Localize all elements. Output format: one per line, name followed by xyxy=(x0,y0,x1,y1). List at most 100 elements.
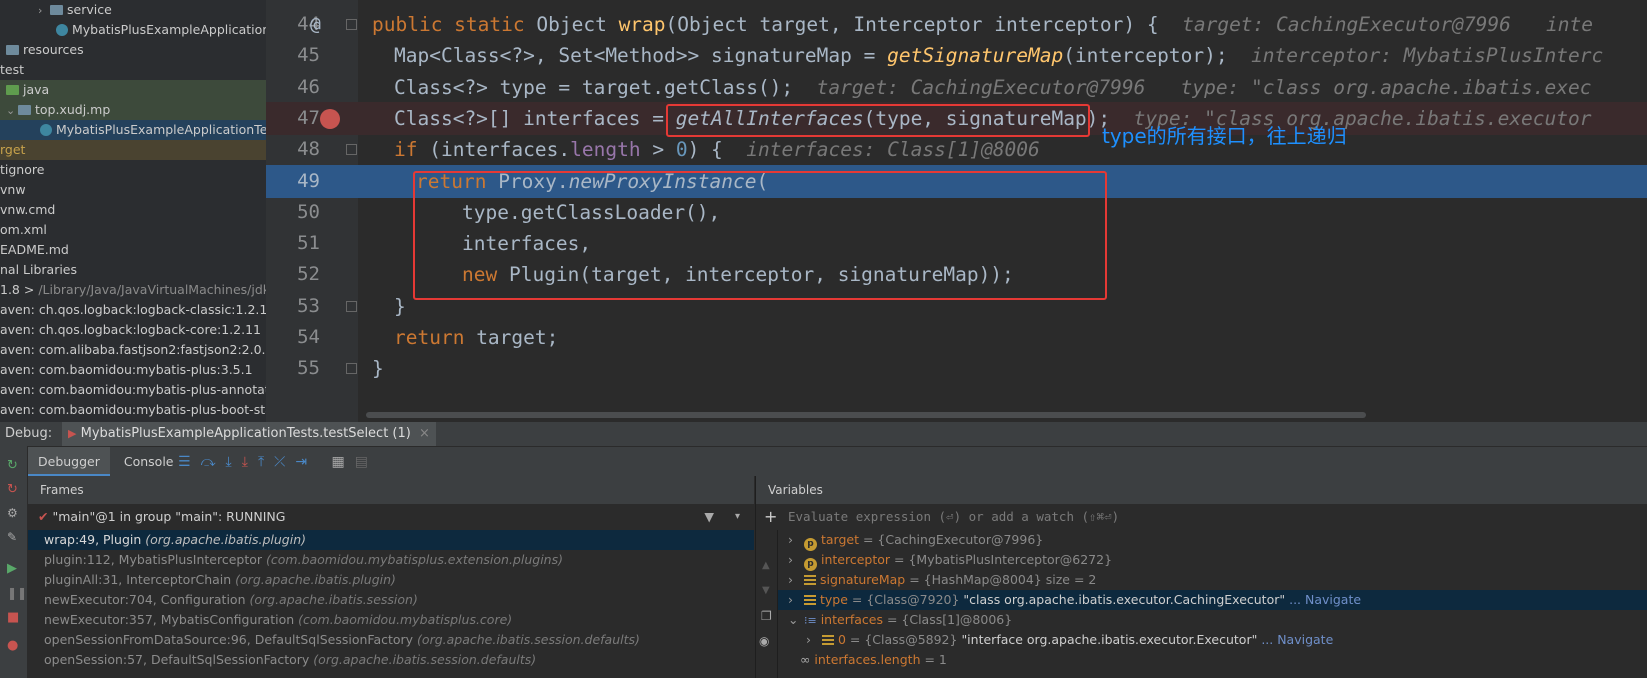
tree-item-label: aven: com.baomidou:mybatis-plus-boot-sta xyxy=(0,402,266,417)
chevron-icon[interactable]: ⌄ xyxy=(6,101,18,121)
filter-icon[interactable]: ▼ xyxy=(704,504,714,530)
tree-item[interactable]: ⌄ top.xudj.mp xyxy=(0,100,266,120)
frame-row[interactable]: wrap:49, Plugin (org.apache.ibatis.plugi… xyxy=(28,530,754,550)
trace-icon[interactable]: ▤ xyxy=(355,454,378,470)
fold-icon[interactable] xyxy=(346,19,357,30)
evaluate-input[interactable]: Evaluate expression (⏎) or add a watch (… xyxy=(788,504,1119,530)
tree-item[interactable]: aven: com.alibaba.fastjson2:fastjson2:2.… xyxy=(0,340,266,360)
code-token: > xyxy=(640,138,676,162)
chevron-icon[interactable]: › xyxy=(38,1,50,21)
fold-icon[interactable] xyxy=(346,363,357,375)
tree-item[interactable]: aven: com.baomidou:mybatis-plus-annotati… xyxy=(0,380,266,400)
code-line[interactable]: 48 if (interfaces.length > 0) { interface… xyxy=(266,133,1647,166)
expand-chevron-icon[interactable]: › xyxy=(788,550,804,570)
code-text: Map<Class<?>, Set<Method>> signatureMap … xyxy=(394,39,1603,72)
code-line[interactable]: 45 Map<Class<?>, Set<Method>> signatureMa… xyxy=(266,39,1647,72)
tree-item[interactable]: MybatisPlusExampleApplicationTes xyxy=(0,120,266,140)
code-line[interactable]: 46 Class<?> type = target.getClass(); tar… xyxy=(266,71,1647,104)
drop-frame-icon[interactable]: ⤫ xyxy=(274,454,295,470)
tab-debugger[interactable]: Debugger xyxy=(28,447,110,477)
fold-icon[interactable] xyxy=(346,144,357,156)
copy-icon[interactable]: ❐ xyxy=(761,609,772,623)
tree-item[interactable]: aven: ch.qos.logback:logback-core:1.2.11 xyxy=(0,320,266,340)
annotation-box-getallinterfaces xyxy=(666,104,1090,137)
tree-item[interactable]: java xyxy=(0,80,266,100)
pause-icon[interactable]: ❚❚ xyxy=(7,586,27,600)
expand-chevron-icon[interactable]: › xyxy=(788,530,804,550)
settings-icon[interactable]: ⚙ xyxy=(7,506,21,520)
step-over-icon[interactable]: ⤓ xyxy=(226,454,242,470)
resume-icon[interactable]: ▶ xyxy=(7,561,21,576)
fold-icon[interactable] xyxy=(346,300,357,312)
stop-icon[interactable]: ■ xyxy=(7,610,21,625)
tree-item[interactable]: vnw xyxy=(0,180,266,200)
tree-item[interactable]: resources xyxy=(0,40,266,60)
frames-title: Frames xyxy=(28,476,754,504)
tree-item[interactable]: tignore xyxy=(0,160,266,180)
eye-icon[interactable]: ◉ xyxy=(759,634,769,648)
expand-chevron-icon[interactable]: › xyxy=(788,570,804,590)
expand-chevron-icon[interactable]: › xyxy=(806,630,822,650)
tree-item[interactable]: › service xyxy=(0,0,266,20)
down-icon[interactable]: ▼ xyxy=(762,585,770,596)
tree-item-label: service xyxy=(67,2,112,17)
tab-console[interactable]: Console xyxy=(114,447,184,477)
frame-row[interactable]: openSessionFromDataSource:96, DefaultSql… xyxy=(28,630,754,650)
frame-row[interactable]: newExecutor:357, MybatisConfiguration (c… xyxy=(28,610,754,630)
frame-row[interactable]: plugin:112, MybatisPlusInterceptor (com.… xyxy=(28,550,754,570)
run-to-cursor-icon[interactable]: ⇥ xyxy=(295,454,317,470)
tree-item[interactable]: MybatisPlusExampleApplication xyxy=(0,20,266,40)
tree-item[interactable]: rget xyxy=(0,140,266,160)
variable-row[interactable]: › signatureMap = {HashMap@8004} size = 2 xyxy=(778,570,1647,590)
breakpoint-icon[interactable] xyxy=(320,108,340,129)
add-watch-icon[interactable]: + xyxy=(764,504,777,530)
expand-chevron-icon[interactable]: › xyxy=(788,590,804,610)
thread-selector[interactable]: ✔ "main"@1 in group "main": RUNNING ▼ ▾ xyxy=(28,504,754,530)
expand-chevron-icon[interactable]: ⌄ xyxy=(788,610,804,630)
tree-item[interactable]: aven: ch.qos.logback:logback-classic:1.2… xyxy=(0,300,266,320)
code-line[interactable]: 55} xyxy=(266,352,1647,385)
frame-row[interactable]: newExecutor:704, Configuration (org.apac… xyxy=(28,590,754,610)
variable-row[interactable]: › 0 = {Class@5892} "interface org.apache… xyxy=(778,630,1647,650)
session-tab[interactable]: ▶ MybatisPlusExampleApplicationTests.tes… xyxy=(62,422,436,446)
variable-row[interactable]: › p interceptor = {MybatisPlusInterceptor… xyxy=(778,550,1647,571)
navigate-link[interactable]: ... Navigate xyxy=(1285,592,1361,607)
code-line[interactable]: 44 @ public static Object wrap(Object targ… xyxy=(266,8,1647,41)
frame-package: (org.apache.ibatis.plugin) xyxy=(235,572,396,587)
override-marker-icon[interactable]: @ xyxy=(310,8,321,41)
code-line[interactable]: 54 return target; xyxy=(266,321,1647,354)
evaluate-icon[interactable]: ▦ xyxy=(332,454,355,470)
close-icon[interactable]: × xyxy=(419,426,430,441)
frame-row[interactable]: pluginAll:31, InterceptorChain (org.apac… xyxy=(28,570,754,590)
frame-row[interactable]: openSession:57, DefaultSqlSessionFactory… xyxy=(28,650,754,670)
rerun-failed-icon[interactable]: ↻ xyxy=(7,482,21,497)
variable-row[interactable]: › type = {Class@7920} "class org.apache.… xyxy=(778,590,1647,610)
frame-location: pluginAll:31, InterceptorChain xyxy=(44,572,236,587)
tree-item[interactable]: nal Libraries xyxy=(0,260,266,280)
restore-layout-icon[interactable]: ☰ xyxy=(178,454,201,470)
up-icon[interactable]: ▲ xyxy=(762,560,770,571)
tree-item[interactable]: test xyxy=(0,60,266,80)
navigate-link[interactable]: ... Navigate xyxy=(1257,632,1333,647)
variable-row[interactable]: ⌄ ⁝≡ interfaces = {Class[1]@8006} xyxy=(778,610,1647,630)
code-editor[interactable]: 44 @ public static Object wrap(Object targ… xyxy=(266,0,1647,422)
debug-title-bar: Debug: ▶ MybatisPlusExampleApplicationTe… xyxy=(0,422,1647,446)
view-breakpoints-icon[interactable]: ● xyxy=(7,638,21,653)
horizontal-scrollbar[interactable] xyxy=(366,412,1366,418)
step-into-icon[interactable]: ⤓ xyxy=(242,454,258,470)
rerun-icon[interactable]: ↻ xyxy=(7,458,21,473)
tree-item-label: aven: com.alibaba.fastjson2:fastjson2:2.… xyxy=(0,342,266,357)
line-number: 53 xyxy=(297,294,320,317)
wrench-icon[interactable]: ✎ xyxy=(7,530,21,544)
tree-item[interactable]: 1.8 > /Library/Java/JavaVirtualMachines/… xyxy=(0,280,266,300)
variable-row[interactable]: › p target = {CachingExecutor@7996} xyxy=(778,530,1647,551)
step-out-icon[interactable]: ⤒ xyxy=(258,454,274,470)
tree-item[interactable]: om.xml xyxy=(0,220,266,240)
tree-item[interactable]: aven: com.baomidou:mybatis-plus:3.5.1 xyxy=(0,360,266,380)
chevron-down-icon[interactable]: ▾ xyxy=(735,504,740,530)
variable-row[interactable]: ∞ interfaces.length = 1 xyxy=(778,650,1647,670)
tree-item[interactable]: aven: com.baomidou:mybatis-plus-boot-sta xyxy=(0,400,266,420)
tree-item[interactable]: vnw.cmd xyxy=(0,200,266,220)
tree-item[interactable]: EADME.md xyxy=(0,240,266,260)
show-execution-point-icon[interactable]: ⤼ xyxy=(201,454,226,470)
